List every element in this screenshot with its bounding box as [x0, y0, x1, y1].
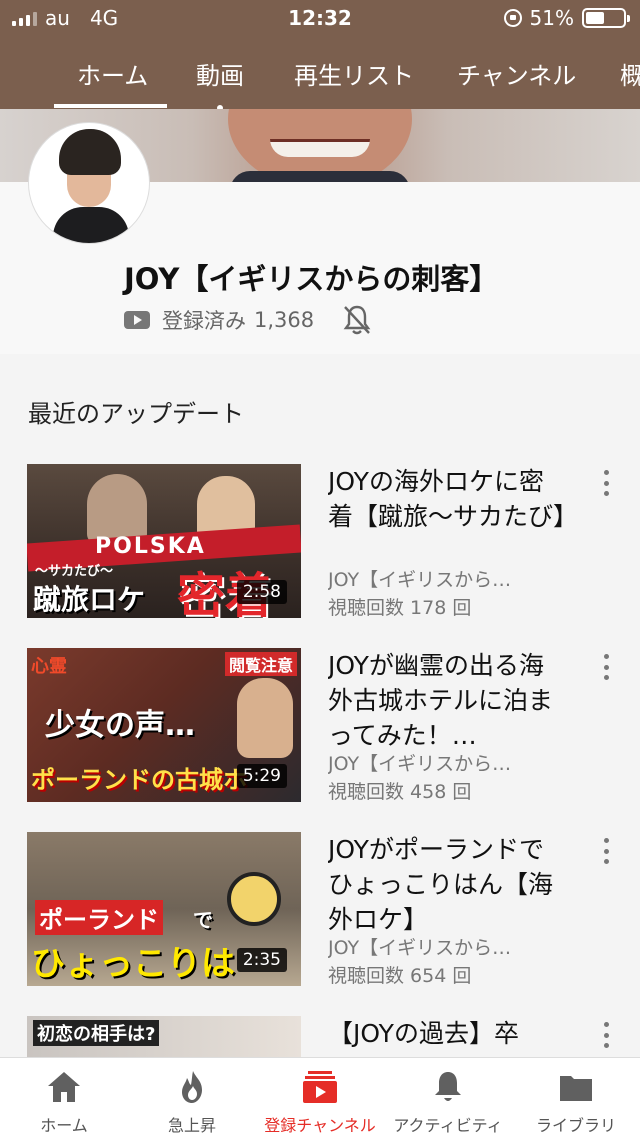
thumb-text: 閲覧注意: [225, 652, 298, 676]
tab-playlists[interactable]: 再生リスト: [294, 56, 414, 91]
subscriptions-icon: [303, 1071, 337, 1103]
orientation-lock-icon: [503, 9, 522, 27]
tab-home[interactable]: ホーム: [77, 56, 148, 91]
more-options-icon[interactable]: [600, 654, 612, 680]
status-bar: au 4G 12:32 51%: [0, 0, 640, 36]
thumb-text: で: [193, 908, 213, 932]
channel-header-bar: au 4G 12:32 51% ホーム 動画 再生リスト チャンネル 概: [0, 0, 640, 111]
nav-subscriptions[interactable]: 登録チャンネル: [256, 1058, 384, 1138]
nav-home[interactable]: ホーム: [0, 1058, 128, 1138]
nav-activity[interactable]: アクティビティ: [384, 1058, 512, 1138]
video-channel: JOY【イギリスから…: [328, 753, 512, 775]
nav-trending[interactable]: 急上昇: [128, 1058, 256, 1138]
video-item[interactable]: POLSKA 〜サカたび〜 蹴旅ロケ 密着 2:58 JOYの海外ロケに密着【蹴…: [0, 464, 640, 634]
video-title[interactable]: JOYが幽霊の出る海外古城ホテルに泊まってみた！…: [328, 648, 568, 753]
nav-label: ライブラリ: [535, 1116, 616, 1135]
video-title[interactable]: 【JOYの過去】卒: [328, 1016, 568, 1051]
active-tab-indicator: [54, 104, 167, 108]
battery-icon: [582, 8, 630, 28]
thumb-text: 心霊: [31, 656, 67, 677]
more-options-icon[interactable]: [600, 838, 612, 864]
thumb-text: 初恋の相手は?: [33, 1020, 160, 1046]
video-thumbnail[interactable]: 心霊 閲覧注意 少女の声… ポーランドの古城ホ 5:29: [27, 648, 301, 802]
video-duration: 2:58: [236, 580, 287, 604]
tab-videos[interactable]: 動画: [196, 56, 244, 111]
nav-library[interactable]: ライブラリ: [512, 1058, 640, 1138]
home-icon: [48, 1072, 80, 1102]
battery-percent: 51%: [529, 6, 574, 30]
video-title[interactable]: JOYの海外ロケに密着【蹴旅〜サカたび】: [328, 464, 568, 534]
thumb-text: ひょっこりは: [31, 944, 235, 984]
subscriber-count: 1,368: [254, 308, 315, 332]
video-item[interactable]: 心霊 閲覧注意 少女の声… ポーランドの古城ホ 5:29 JOYが幽霊の出る海外…: [0, 648, 640, 818]
subscription-status: 登録済み 1,368: [124, 304, 372, 336]
video-channel: JOY【イギリスから…: [328, 569, 512, 591]
thumb-text: 少女の声…: [45, 708, 195, 743]
video-item[interactable]: ポーランド で ひょっこりは 2:35 JOYがポーランドでひょっこりはん【海外…: [0, 832, 640, 1002]
flame-icon: [182, 1071, 202, 1103]
video-duration: 5:29: [236, 764, 287, 788]
nav-label: ホーム: [40, 1116, 88, 1135]
more-options-icon[interactable]: [600, 470, 612, 496]
thumb-text: 蹴旅ロケ: [33, 583, 146, 616]
subscribed-icon: [124, 311, 150, 329]
channel-avatar[interactable]: [28, 122, 150, 244]
notifications-off-icon[interactable]: [342, 304, 372, 336]
video-title[interactable]: JOYがポーランドでひょっこりはん【海外ロケ】: [328, 832, 568, 937]
more-options-icon[interactable]: [600, 1022, 612, 1048]
video-views: 視聴回数 654 回: [328, 965, 472, 987]
video-thumbnail[interactable]: ポーランド で ひょっこりは 2:35: [27, 832, 301, 986]
bottom-navigation: ホーム 急上昇 登録チャンネル アクティビティ ライブラリ: [0, 1057, 640, 1138]
tab-about[interactable]: 概: [620, 56, 640, 91]
video-views: 視聴回数 458 回: [328, 781, 472, 803]
tab-channels[interactable]: チャンネル: [457, 56, 576, 91]
subscribed-label: 登録済み: [162, 309, 246, 333]
video-duration: 2:35: [236, 948, 287, 972]
folder-icon: [560, 1076, 592, 1101]
nav-label: 急上昇: [167, 1116, 216, 1135]
video-thumbnail[interactable]: POLSKA 〜サカたび〜 蹴旅ロケ 密着 2:58: [27, 464, 301, 618]
video-channel: JOY【イギリスから…: [328, 937, 512, 959]
section-title: 最近のアップデート: [28, 400, 244, 428]
thumb-text: ポーランド: [35, 900, 163, 935]
thumb-text: ポーランドの古城ホ: [31, 766, 247, 794]
channel-tabs: ホーム 動画 再生リスト チャンネル 概: [0, 36, 640, 111]
nav-label: アクティビティ: [393, 1116, 503, 1135]
thumb-text: 〜サカたび〜: [35, 564, 114, 579]
bell-icon: [435, 1072, 461, 1101]
nav-label: 登録チャンネル: [264, 1116, 376, 1135]
channel-name: JOY【イギリスからの刺客】: [124, 262, 499, 296]
video-views: 視聴回数 178 回: [328, 597, 472, 619]
